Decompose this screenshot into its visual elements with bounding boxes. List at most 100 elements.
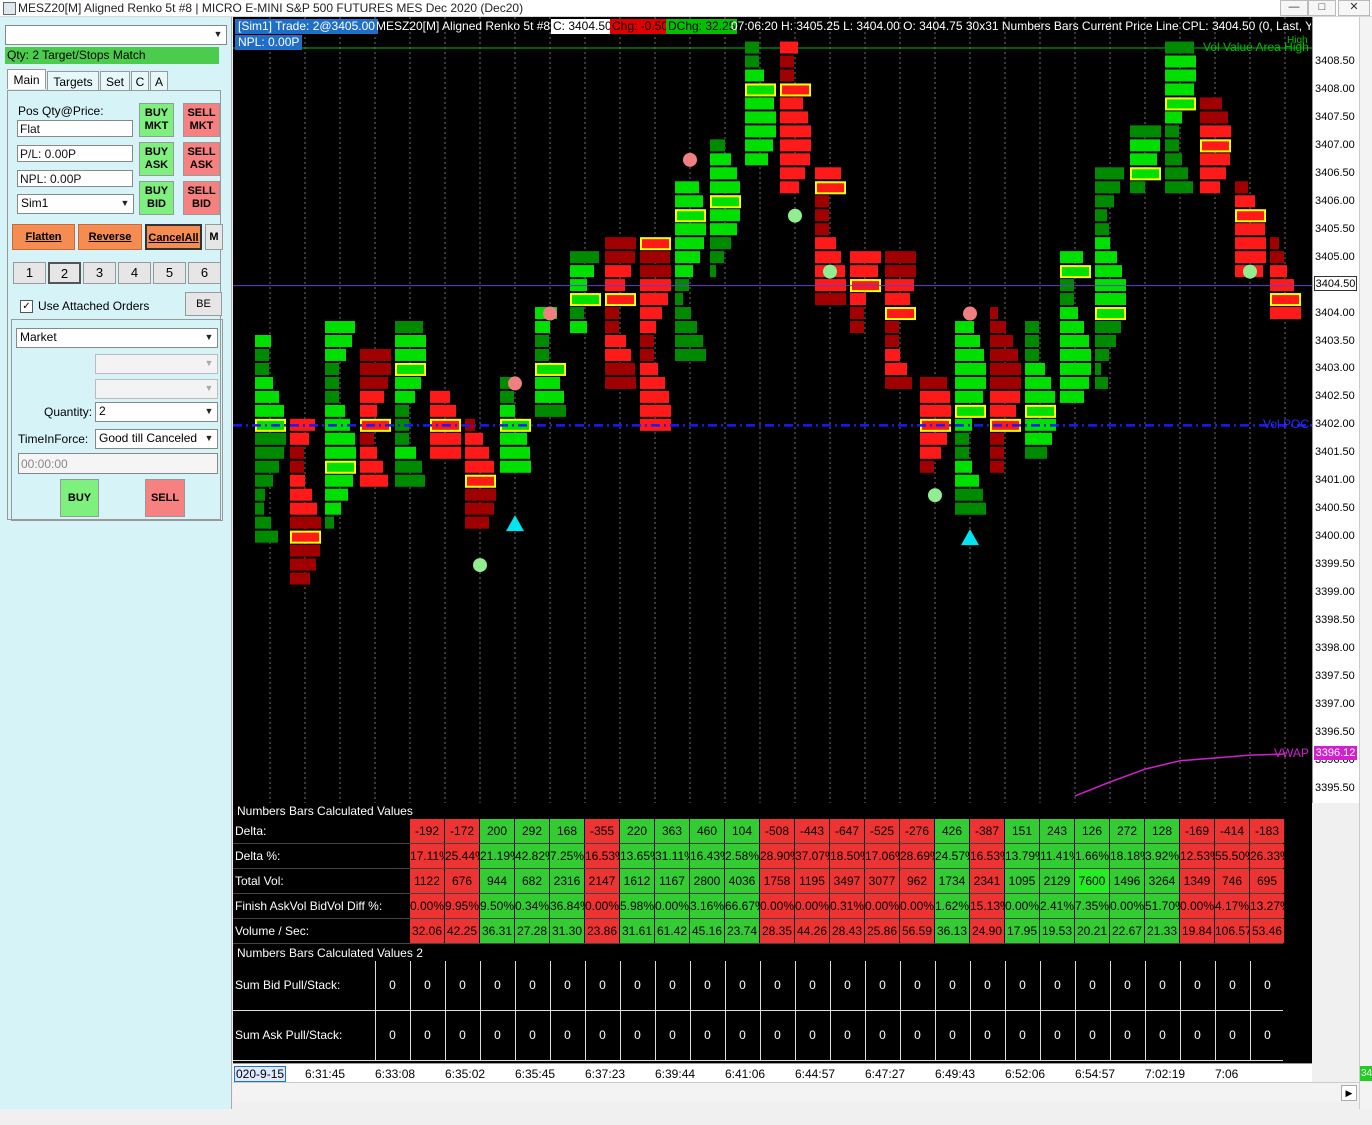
buy-mkt-button[interactable]: BUY MKT [139,103,174,137]
column-divider [1180,1011,1181,1061]
table-cell: 37.07% [795,844,830,868]
table-cell: 28.90% [760,844,795,868]
sell-bid-button[interactable]: SELL BID [183,181,220,215]
time-field[interactable]: 00:00:00 [18,453,218,474]
pos-qty-label: Pos Qty@Price: [18,104,104,118]
table-cell: 13.65% [620,844,655,868]
volume-cell [920,404,951,417]
row-label: Delta %: [235,849,281,863]
volume-cell [990,376,1021,389]
sell-ask-button[interactable]: SELL ASK [183,142,220,176]
price-chart[interactable]: [Sim1] Trade: 2@3405.00 MESZ20[M] Aligne… [233,17,1312,803]
table-cell: 0 [704,978,711,992]
volume-cell [290,572,310,585]
volume-cell [430,404,456,417]
table-cell: 426 [935,819,970,843]
price-tick-label: 3396.50 [1315,725,1355,738]
table-cell: 2.41% [1040,894,1075,918]
volume-cell [955,474,979,487]
volume-cell [605,307,619,320]
minimize-button[interactable]: — [1280,0,1308,16]
table-cell: 1758 [760,869,795,893]
qty-preset-1[interactable]: 1 [13,262,46,284]
sell-button[interactable]: SELL [145,479,185,517]
volume-cell [360,362,391,375]
buy-ask-button[interactable]: BUY ASK [139,142,174,176]
order-type-select[interactable]: Market ▼ [16,328,218,348]
account-select[interactable]: Sim1 ▼ [17,194,134,214]
volume-cell [920,390,950,403]
scroll-right-icon[interactable]: ▶ [1341,1085,1357,1101]
price-select-2[interactable]: ▼ [95,379,218,399]
be-button[interactable]: BE [185,292,222,316]
volume-cell [255,362,269,375]
volume-cell [640,321,656,334]
table-cell: 2316 [550,869,585,893]
price-tick-label: 3404.00 [1315,306,1355,319]
volume-cell [255,516,271,529]
volume-cell [1200,153,1230,166]
volume-cell [1095,237,1110,250]
cancel-all-button[interactable]: CancelAll [145,224,202,250]
horizontal-scrollbar[interactable]: ▶ [233,1082,1359,1102]
table-cell: 0.00% [585,894,620,918]
price-select-1[interactable]: ▼ [95,354,218,374]
volume-cell [885,348,900,361]
volume-cell [360,376,388,389]
vol-value-area-high-label: Vol Value Area High [1203,40,1309,54]
vertical-scrollbar[interactable]: 34 [1359,17,1372,1109]
time-axis[interactable]: 020-9-15 6:31:45 6:33:08 6:35:02 6:35:45 6:3… [233,1063,1312,1082]
volume-cell [640,404,671,417]
m-button[interactable]: M [205,224,223,250]
close-button[interactable]: ✕ [1338,0,1370,16]
tab-c[interactable]: C [131,71,149,91]
volume-cell [1165,167,1188,180]
table-cell: -525 [865,819,900,843]
tab-a[interactable]: A [150,71,168,91]
price-axis[interactable]: 3408.50 3408.00 3407.50 3407.00 3406.50 3406.… [1312,17,1360,803]
column-divider [760,961,761,1011]
tif-select[interactable]: Good till Canceled ▼ [95,429,218,449]
volume-cell [325,446,356,459]
sell-mkt-button[interactable]: SELL MKT [183,103,220,137]
time-tick-label: 6:35:45 [515,1067,556,1081]
table-cell: 1612 [620,869,655,893]
reverse-button[interactable]: Reverse [78,224,142,250]
tab-main[interactable]: Main [7,69,46,89]
signal-dot [1243,264,1257,279]
time-tick-label: 6:33:08 [375,1067,416,1081]
buy-bid-button[interactable]: BUY BID [139,181,174,215]
volume-cell [780,139,811,152]
symbol-combo[interactable]: ▼ [5,25,227,45]
tab-set[interactable]: Set [100,71,130,91]
column-divider [1040,961,1041,1011]
qty-preset-3[interactable]: 3 [83,262,116,284]
use-attached-checkbox[interactable]: ✓ [20,300,33,313]
volume-cell [1165,111,1182,124]
quantity-select[interactable]: 2 ▼ [95,402,218,422]
table-cell: 0 [1229,978,1236,992]
volume-cell [710,209,740,222]
volume-cell [675,335,703,347]
column-divider [480,1011,481,1061]
volume-cell [745,69,764,82]
poc-box [605,293,636,307]
qty-preset-2[interactable]: 2 [48,262,81,284]
qty-preset-4[interactable]: 4 [118,262,151,284]
table-cell: 0 [599,978,606,992]
tif-label: TimeInForce: [18,432,89,446]
maximize-button[interactable]: □ [1308,0,1336,16]
table-cell: 25.44% [445,844,480,868]
qty-preset-5[interactable]: 5 [153,262,186,284]
qty-preset-6[interactable]: 6 [188,262,221,284]
volume-cell [360,474,388,487]
day-change-badge: DChg: 32.25 [666,19,738,34]
volume-cell [1130,153,1157,166]
flatten-button[interactable]: Flatten [12,224,75,250]
row-divider [233,943,1283,944]
buy-button[interactable]: BUY [60,479,99,517]
column-divider [1005,1011,1006,1061]
table-cell: 55.50% [1215,844,1250,868]
tab-targets[interactable]: Targets [47,71,99,91]
volume-cell [465,460,494,473]
